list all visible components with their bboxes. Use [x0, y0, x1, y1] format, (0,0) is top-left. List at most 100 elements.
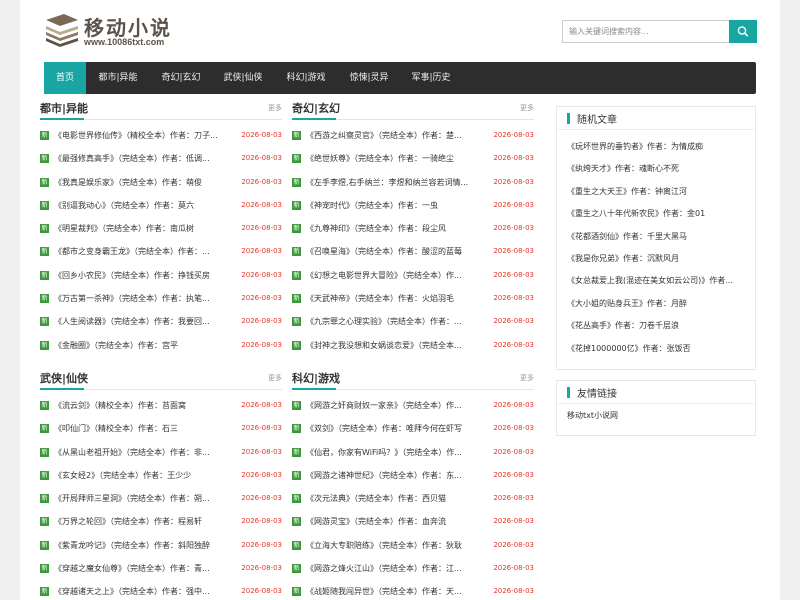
book-link[interactable]: 《都市之变身霸王龙》（完结全本）作者：... [54, 240, 232, 263]
book-list: 新《西游之纠察灵官》（完结全本）作者：楚... 2026-08-03 新《绝世妖尊… [292, 124, 534, 357]
book-date: 2026-08-03 [241, 270, 282, 279]
book-link[interactable]: 《立海大专职陪练》（完结全本）作者：狄耿 [306, 534, 484, 557]
book-link[interactable]: 《紫青龙吟记》（完结全本）作者：斜阳独醉 [54, 534, 232, 557]
nav-item-scifi[interactable]: 科幻|游戏 [274, 62, 338, 94]
book-link[interactable]: 《玄女经2》（完结全本）作者：王少少 [54, 464, 232, 487]
book-link[interactable]: 《西游之纠察灵官》（完结全本）作者：楚... [306, 124, 484, 147]
random-article-link[interactable]: 《花都酒剑仙》作者：千里大黑马 [567, 226, 749, 248]
book-item: 新《神宠时代》（完结全本）作者：一虫 2026-08-03 [292, 194, 534, 217]
book-link[interactable]: 《人生阅读器》（完结全本）作者：我要回... [54, 310, 232, 333]
book-link[interactable]: 《别逼我动心》（完结全本）作者：莫六 [54, 194, 232, 217]
more-link[interactable]: 更多 [520, 373, 534, 383]
random-article-link[interactable]: 《我是你兄弟》作者：沉默风月 [567, 248, 749, 270]
book-link[interactable]: 《网游之诸神世纪》（完结全本）作者：东... [306, 464, 484, 487]
nav-item-urban[interactable]: 都市|异能 [86, 62, 150, 94]
book-link[interactable]: 《九尊神印》（完结全本）作者：段尘风 [306, 217, 484, 240]
book-item: 新《网游灵宝》（完结全本）作者：血奔流 2026-08-03 [292, 510, 534, 533]
book-link[interactable]: 《仙君，你家有WiFi吗？》（完结全本）作... [306, 441, 484, 464]
random-article-link[interactable]: 《重生之八十年代新农民》作者：金01 [567, 203, 749, 225]
nav-item-military[interactable]: 军事|历史 [400, 62, 462, 94]
more-link[interactable]: 更多 [268, 373, 282, 383]
book-link[interactable]: 《次元法典》（完结全本）作者：西贝猫 [306, 487, 484, 510]
more-link[interactable]: 更多 [268, 103, 282, 113]
book-date: 2026-08-03 [493, 587, 534, 596]
friend-link[interactable]: 移动txt小说网 [567, 410, 618, 421]
book-item: 新《幻想之电影世界大冒险》（完结全本）作... 2026-08-03 [292, 264, 534, 287]
nav-item-home[interactable]: 首页 [44, 62, 86, 94]
book-link[interactable]: 《双剑》（完结全本）作者：唯拜今何在虾写 [306, 417, 484, 440]
book-link[interactable]: 《电影世界修仙传》（精校全本）作者：刀子... [54, 124, 232, 147]
book-link[interactable]: 《明星裁判》（完结全本）作者：南瓜树 [54, 217, 232, 240]
book-link[interactable]: 《网游灵宝》（完结全本）作者：血奔流 [306, 510, 484, 533]
new-badge: 新 [40, 340, 49, 350]
book-link[interactable]: 《流云剑》（精校全本）作者：苔面窝 [54, 394, 232, 417]
random-article-link[interactable]: 《纨绔天才》作者：魂断心不死 [567, 158, 749, 180]
book-list: 新《流云剑》（精校全本）作者：苔面窝 2026-08-03 新《叩仙门》（精校全本… [40, 394, 282, 600]
book-item: 新《仙君，你家有WiFi吗？》（完结全本）作... 2026-08-03 [292, 441, 534, 464]
random-article-link[interactable]: 《玩坏世界的垂钓者》作者：为情成痴 [567, 136, 749, 158]
new-badge: 新 [292, 587, 301, 597]
book-link[interactable]: 《回乡小农民》（完结全本）作者：挣钱买房 [54, 264, 232, 287]
book-link[interactable]: 《网游之奸商财奴一家亲》（完结全本）作... [306, 394, 484, 417]
new-badge: 新 [40, 317, 49, 327]
book-item: 新《穿越之魔女仙尊》（完结全本）作者：青... 2026-08-03 [40, 557, 282, 580]
new-badge: 新 [40, 200, 49, 210]
book-date: 2026-08-03 [241, 340, 282, 349]
book-link[interactable]: 《神宠时代》（完结全本）作者：一虫 [306, 194, 484, 217]
book-link[interactable]: 《幻想之电影世界大冒险》（完结全本）作... [306, 264, 484, 287]
book-link[interactable]: 《我真是娱乐家》（完结全本）作者：萌俊 [54, 171, 232, 194]
new-badge: 新 [292, 154, 301, 164]
book-list: 新《网游之奸商财奴一家亲》（完结全本）作... 2026-08-03 新《双剑》（… [292, 394, 534, 600]
book-link[interactable]: 《召唤星海》（完结全本）作者：酸涩的蓝莓 [306, 240, 484, 263]
book-link[interactable]: 《九宗罪之心理实验》（完结全本）作者：... [306, 310, 484, 333]
search-button[interactable] [729, 20, 757, 43]
book-link[interactable]: 《左手李煜,右手纳兰：李煜和纳兰容若词情... [306, 171, 484, 194]
book-link[interactable]: 《万古第一杀神》（完结全本）作者：执笔... [54, 287, 232, 310]
random-article-link[interactable]: 《大小姐的贴身兵王》作者：月醉 [567, 293, 749, 315]
widget-header: 随机文章 [557, 107, 755, 130]
book-link[interactable]: 《万界之轮回》（完结全本）作者：程易轩 [54, 510, 232, 533]
book-link[interactable]: 《金融圈》（完结全本）作者：宫平 [54, 334, 232, 357]
book-link[interactable]: 《开局拜师三星洞》（完结全本）作者：朔... [54, 487, 232, 510]
nav-item-thriller[interactable]: 惊悚|灵异 [338, 62, 400, 94]
new-badge: 新 [40, 177, 49, 187]
widget-title: 友情链接 [577, 389, 617, 400]
book-item: 新《开局拜师三星洞》（完结全本）作者：朔... 2026-08-03 [40, 487, 282, 510]
book-date: 2026-08-03 [241, 401, 282, 409]
book-link[interactable]: 《从黑山老祖开始》（完结全本）作者：非... [54, 441, 232, 464]
nav-item-wuxia[interactable]: 武侠|仙侠 [212, 62, 274, 94]
random-article-link[interactable]: 《女总裁爱上我(混迹在美女如云公司)》作者... [567, 270, 749, 292]
book-link[interactable]: 《叩仙门》（精校全本）作者：石三 [54, 417, 232, 440]
book-date: 2026-08-03 [493, 564, 534, 573]
more-link[interactable]: 更多 [520, 103, 534, 113]
search-input[interactable] [562, 20, 729, 43]
book-item: 新《我真是娱乐家》（完结全本）作者：萌俊 2026-08-03 [40, 171, 282, 194]
widget-accent-bar [567, 113, 570, 124]
book-link[interactable]: 《战姬随我闯异世》（完结全本）作者：天... [306, 580, 484, 600]
new-badge: 新 [292, 294, 301, 304]
book-item: 新《人生阅读器》（完结全本）作者：我要回... 2026-08-03 [40, 310, 282, 333]
book-link[interactable]: 《穿越诸天之上》（完结全本）作者：强中... [54, 580, 232, 600]
book-item: 新《召唤星海》（完结全本）作者：酸涩的蓝莓 2026-08-03 [292, 240, 534, 263]
book-link[interactable]: 《网游之烽火江山》（完结全本）作者：江... [306, 557, 484, 580]
random-article-link[interactable]: 《花掉1000000亿》作者：张饭否 [567, 338, 749, 360]
book-date: 2026-08-03 [493, 247, 534, 256]
book-link[interactable]: 《绝世妖尊》（完结全本）作者：一骑绝尘 [306, 147, 484, 170]
widget-accent-bar [567, 387, 570, 398]
book-item: 新《金融圈》（完结全本）作者：宫平 2026-08-03 [40, 334, 282, 357]
book-item: 新《天武神帝》（完结全本）作者：火焰羽毛 2026-08-03 [292, 287, 534, 310]
book-item: 新《网游之奸商财奴一家亲》（完结全本）作... 2026-08-03 [292, 394, 534, 417]
book-link[interactable]: 《封神之我没想和女娲谈恋爱》（完结全本... [306, 334, 484, 357]
new-badge: 新 [292, 540, 301, 550]
random-article-link[interactable]: 《花丛高手》作者：刀卷千层浪 [567, 315, 749, 337]
book-link[interactable]: 《穿越之魔女仙尊》（完结全本）作者：青... [54, 557, 232, 580]
new-badge: 新 [292, 517, 301, 527]
nav-item-fantasy[interactable]: 奇幻|玄幻 [150, 62, 212, 94]
book-link[interactable]: 《最强修真高手》（完结全本）作者：低调... [54, 147, 232, 170]
book-date: 2026-08-03 [241, 154, 282, 163]
site-logo[interactable]: 移动小说 www.10086txt.com [44, 14, 194, 50]
book-date: 2026-08-03 [493, 540, 534, 549]
book-link[interactable]: 《天武神帝》（完结全本）作者：火焰羽毛 [306, 287, 484, 310]
book-date: 2026-08-03 [493, 317, 534, 326]
random-article-link[interactable]: 《重生之大天王》作者：钟离江河 [567, 181, 749, 203]
